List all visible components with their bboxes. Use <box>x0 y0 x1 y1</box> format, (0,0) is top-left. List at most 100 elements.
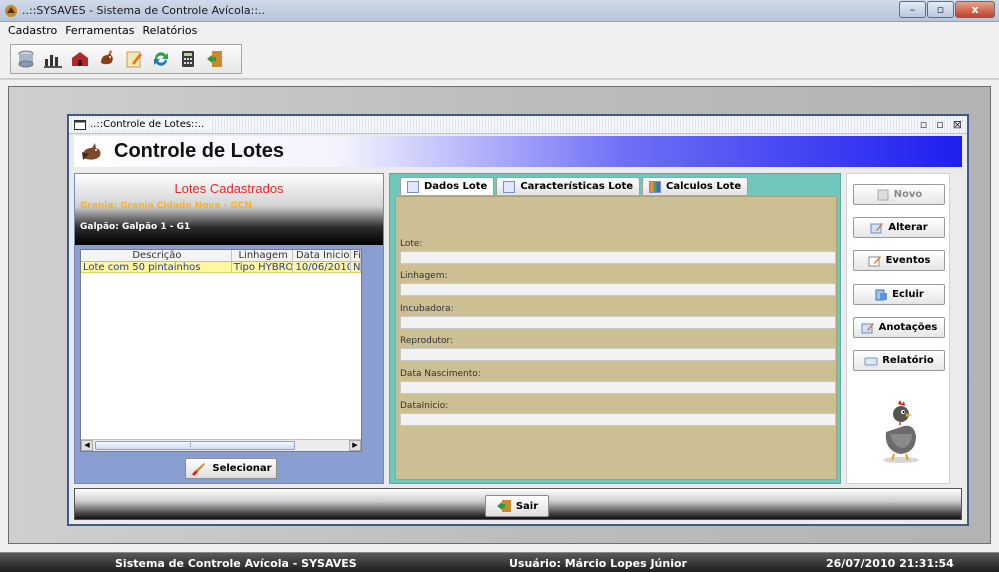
cell-data-inicio: 10/06/2010 <box>295 262 352 272</box>
tab-label: Características Lote <box>520 181 634 192</box>
lote-detail-panel: Dados Lote Características Lote Calculos… <box>389 173 841 484</box>
data-nascimento-field[interactable] <box>400 381 836 394</box>
col-linhagem[interactable]: Linhagem <box>232 250 294 261</box>
frame-title: ..::Controle de Lotes::.. <box>90 119 211 130</box>
selecionar-label: Selecionar <box>212 463 272 474</box>
toolbar <box>0 39 999 79</box>
frame-titlebar: ..::Controle de Lotes::.. ▫ ▫ ⊠ <box>69 116 967 134</box>
reprodutor-field[interactable] <box>400 348 836 361</box>
eventos-button[interactable]: Eventos <box>853 250 945 271</box>
exit-icon[interactable] <box>203 47 227 71</box>
menu-cadastro[interactable]: Cadastro <box>8 24 57 37</box>
chart-icon <box>649 180 662 193</box>
menu-bar: Cadastro Ferramentas Relatórios <box>0 22 999 39</box>
anotacoes-label: Anotações <box>878 322 938 333</box>
status-user: Usuário: Márcio Lopes Júnior <box>509 557 687 570</box>
col-data-inicio[interactable]: Data Inicio <box>293 250 352 261</box>
galpao-label: Galpão: Galpão 1 - G1 <box>80 222 191 232</box>
horizontal-scrollbar[interactable]: ◀ ⁞ ▶ <box>81 439 361 451</box>
lotes-table[interactable]: Descrição Linhagem Data Inicio Fi Lote c… <box>80 249 362 452</box>
granja-label: Granja: Granja Cidade Nova - GCN <box>80 201 252 211</box>
events-icon <box>868 255 881 266</box>
linhagem-label: Linhagem: <box>400 271 448 281</box>
incubadora-field[interactable] <box>400 316 836 329</box>
tab-dados-lote[interactable]: Dados Lote <box>400 177 495 195</box>
app-title: ..::SYSAVES - Sistema de Controle Avícol… <box>22 4 266 17</box>
scroll-right-icon[interactable]: ▶ <box>349 440 361 451</box>
maximize-button[interactable]: ▫ <box>927 1 954 18</box>
rooster-mascot-icon <box>883 400 919 463</box>
cell-fim: Não <box>353 262 361 272</box>
relatorio-label: Relatório <box>882 355 934 366</box>
lotes-title: Lotes Cadastrados <box>174 181 284 196</box>
page-banner: Controle de Lotes <box>74 136 962 167</box>
edit-icon[interactable] <box>122 47 146 71</box>
toolbar-group <box>10 44 242 74</box>
col-fim[interactable]: Fi <box>351 250 361 261</box>
novo-label: Novo <box>893 189 923 200</box>
table-header: Descrição Linhagem Data Inicio Fi <box>81 250 361 262</box>
document-icon <box>503 180 516 193</box>
status-system: Sistema de Controle Avícola - SYSAVES <box>115 557 357 570</box>
excluir-label: Ecluir <box>892 289 924 300</box>
lote-field[interactable] <box>400 251 836 264</box>
lotes-panel: Lotes Cadastrados Granja: Granja Cidade … <box>74 173 384 484</box>
controle-de-lotes-window: ..::Controle de Lotes::.. ▫ ▫ ⊠ Controle… <box>67 114 969 526</box>
chart-icon[interactable] <box>41 47 65 71</box>
rooster-icon <box>82 142 101 160</box>
tab-caracteristicas-lote[interactable]: Características Lote <box>496 177 641 195</box>
tab-label: Calculos Lote <box>666 181 742 192</box>
novo-button[interactable]: Novo <box>853 184 945 205</box>
sair-button[interactable]: Sair <box>485 495 549 517</box>
rooster-icon[interactable] <box>95 47 119 71</box>
status-bar: Sistema de Controle Avícola - SYSAVES Us… <box>0 552 999 572</box>
actions-panel: Novo Alterar Eventos Ecluir Anotações Re… <box>846 173 950 484</box>
lote-label: Lote: <box>400 239 423 249</box>
menu-relatorios[interactable]: Relatórios <box>143 24 198 37</box>
frame-close-icon[interactable]: ⊠ <box>953 118 962 131</box>
scroll-left-icon[interactable]: ◀ <box>81 440 93 451</box>
cell-descricao: Lote com 50 pintainhos <box>81 262 232 272</box>
relatorio-button[interactable]: Relatório <box>853 350 945 371</box>
data-nascimento-label: Data Nascimento: <box>400 369 481 379</box>
mdi-desktop: ..::Controle de Lotes::.. ▫ ▫ ⊠ Controle… <box>8 86 991 544</box>
refresh-icon[interactable] <box>149 47 173 71</box>
anotacoes-button[interactable]: Anotações <box>853 317 945 338</box>
selecionar-button[interactable]: Selecionar <box>185 458 277 479</box>
table-row[interactable]: Lote com 50 pintainhos Tipo HYBRO 10/06/… <box>81 262 361 273</box>
report-icon <box>864 357 878 365</box>
barn-icon[interactable] <box>68 47 92 71</box>
database-icon[interactable] <box>14 47 38 71</box>
menu-ferramentas[interactable]: Ferramentas <box>65 24 134 37</box>
eventos-label: Eventos <box>885 255 931 266</box>
linhagem-field[interactable] <box>400 283 836 296</box>
frame-maximize-icon[interactable]: ▫ <box>936 118 943 131</box>
brush-icon <box>192 462 206 476</box>
page-title: Controle de Lotes <box>114 140 285 162</box>
minimize-button[interactable]: – <box>899 1 926 18</box>
reprodutor-label: Reprodutor: <box>400 336 454 346</box>
sair-label: Sair <box>515 500 539 512</box>
detail-tabs: Dados Lote Características Lote Calculos… <box>400 177 750 195</box>
notes-icon <box>861 322 874 333</box>
frame-restore-icon[interactable]: ▫ <box>920 118 927 131</box>
scroll-thumb-grip: ⁞ <box>189 440 192 449</box>
dados-lote-form: Lote: Linhagem: Incubadora: Reprodutor: … <box>395 196 837 480</box>
alterar-button[interactable]: Alterar <box>853 217 945 238</box>
tab-calculos-lote[interactable]: Calculos Lote <box>642 177 749 195</box>
edit-icon <box>870 222 884 233</box>
frame-icon <box>74 119 86 130</box>
new-doc-icon <box>877 189 889 200</box>
tab-label: Dados Lote <box>424 181 488 192</box>
close-button[interactable]: x <box>955 1 995 18</box>
calculator-icon[interactable] <box>176 47 200 71</box>
delete-icon <box>875 289 888 300</box>
app-logo-icon <box>5 5 17 17</box>
app-titlebar: ..::SYSAVES - Sistema de Controle Avícol… <box>0 0 999 22</box>
scroll-thumb[interactable]: ⁞ <box>95 440 295 450</box>
data-inicio-field[interactable] <box>400 413 836 426</box>
alterar-label: Alterar <box>888 222 928 233</box>
frame-bottom-bar: Sair <box>74 488 962 520</box>
col-descricao[interactable]: Descrição <box>81 250 232 261</box>
excluir-button[interactable]: Ecluir <box>853 284 945 305</box>
